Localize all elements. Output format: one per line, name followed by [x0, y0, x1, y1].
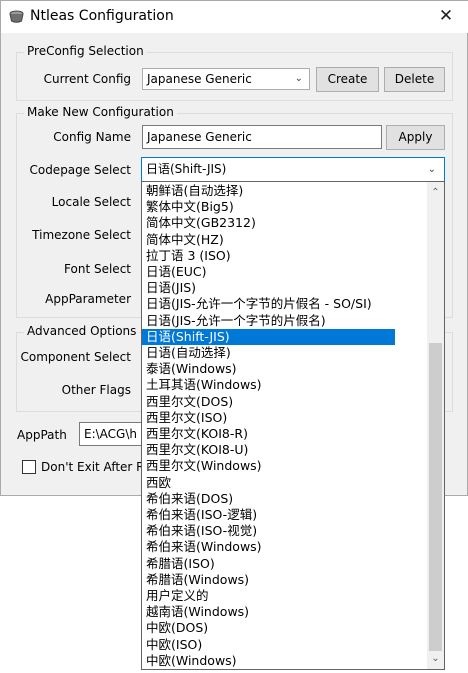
codepage-option[interactable]: 中欧(Windows): [146, 653, 237, 669]
codepage-option[interactable]: 日语(JIS-允许一个字节的片假名): [146, 313, 326, 329]
scrollbar-thumb[interactable]: [429, 343, 442, 652]
chevron-down-icon: ⌄: [427, 164, 436, 175]
codepage-option[interactable]: 日语(Shift-JIS): [142, 328, 395, 345]
apppath-input[interactable]: E:\ACG\h: [79, 422, 149, 446]
codepage-option[interactable]: 西里尔文(ISO): [146, 410, 227, 426]
codepage-label: Codepage Select: [29, 163, 131, 177]
codepage-option[interactable]: 简体中文(HZ): [146, 232, 224, 248]
codepage-dropdown-list: 朝鲜语(自动选择) 繁体中文(Big5) 简体中文(GB2312) 简体中文(HZ) 拉…: [141, 181, 445, 670]
codepage-option[interactable]: 日语(JIS): [146, 280, 196, 296]
config-name-input[interactable]: Japanese Generic: [142, 125, 382, 149]
dropdown-scrollbar[interactable]: ⌃ ⌄: [427, 182, 444, 669]
codepage-option[interactable]: 土耳其语(Windows): [146, 377, 262, 393]
chevron-down-icon: ⌄: [294, 73, 303, 84]
codepage-option[interactable]: 拉丁语 3 (ISO): [146, 248, 231, 264]
codepage-option[interactable]: 希伯来语(Windows): [146, 539, 262, 555]
timezone-label: Timezone Select: [32, 228, 131, 242]
locale-label: Locale Select: [51, 195, 131, 209]
advanced-title: Advanced Options: [24, 324, 140, 338]
dont-exit-checkbox[interactable]: [22, 460, 36, 474]
preconfig-title: PreConfig Selection: [24, 44, 147, 58]
app-icon: [9, 10, 24, 23]
other-flags-label: Other Flags: [61, 383, 131, 397]
font-label: Font Select: [64, 262, 131, 276]
component-label: Component Select: [20, 350, 131, 364]
codepage-option[interactable]: 西里尔文(KOI8-R): [146, 426, 248, 442]
apply-button[interactable]: Apply: [386, 125, 445, 150]
new-config-title: Make New Configuration: [24, 105, 177, 119]
codepage-option[interactable]: 西里尔文(KOI8-U): [146, 442, 248, 458]
codepage-option[interactable]: 朝鲜语(自动选择): [146, 183, 243, 199]
codepage-option[interactable]: 中欧(ISO): [146, 637, 202, 653]
current-config-value: Japanese Generic: [147, 72, 252, 86]
codepage-option[interactable]: 泰语(Windows): [146, 361, 237, 377]
codepage-option[interactable]: 西欧: [146, 475, 171, 491]
codepage-option[interactable]: 日语(自动选择): [146, 345, 231, 361]
codepage-option[interactable]: 中欧(DOS): [146, 620, 208, 636]
create-button[interactable]: Create: [316, 67, 379, 92]
codepage-option[interactable]: 希伯来语(ISO-视觉): [146, 523, 257, 539]
codepage-select[interactable]: 日语(Shift-JIS) ⌄: [141, 157, 445, 182]
codepage-option[interactable]: 希腊语(Windows): [146, 572, 249, 588]
delete-button[interactable]: Delete: [384, 67, 445, 92]
current-config-label: Current Config: [43, 72, 131, 86]
config-name-label: Config Name: [53, 130, 131, 144]
window-title: Ntleas Configuration: [30, 8, 174, 24]
codepage-option[interactable]: 用户定义的: [146, 588, 209, 604]
codepage-option[interactable]: 希伯来语(ISO-逻辑): [146, 507, 257, 523]
scroll-down-icon[interactable]: ⌄: [427, 650, 444, 667]
current-config-select[interactable]: Japanese Generic ⌄: [142, 68, 310, 90]
codepage-option[interactable]: 希腊语(ISO): [146, 556, 215, 572]
codepage-option[interactable]: 越南语(Windows): [146, 604, 249, 620]
codepage-option[interactable]: 西里尔文(Windows): [146, 458, 262, 474]
codepage-option[interactable]: 简体中文(GB2312): [146, 215, 256, 231]
close-icon[interactable]: ✕: [423, 1, 468, 33]
codepage-option[interactable]: 日语(JIS-允许一个字节的片假名 - SO/SI): [146, 296, 372, 312]
codepage-value: 日语(Shift-JIS): [146, 162, 227, 176]
scroll-up-icon[interactable]: ⌃: [427, 184, 444, 201]
codepage-option[interactable]: 日语(EUC): [146, 264, 207, 280]
title-bar: Ntleas Configuration ✕: [1, 1, 468, 33]
codepage-option[interactable]: 希伯来语(DOS): [146, 491, 233, 507]
appparameter-label: AppParameter: [45, 292, 131, 306]
codepage-option[interactable]: 繁体中文(Big5): [146, 199, 234, 215]
apppath-label: AppPath: [17, 428, 67, 442]
dont-exit-label: Don't Exit After R: [41, 460, 145, 474]
codepage-option[interactable]: 西里尔文(DOS): [146, 394, 233, 410]
